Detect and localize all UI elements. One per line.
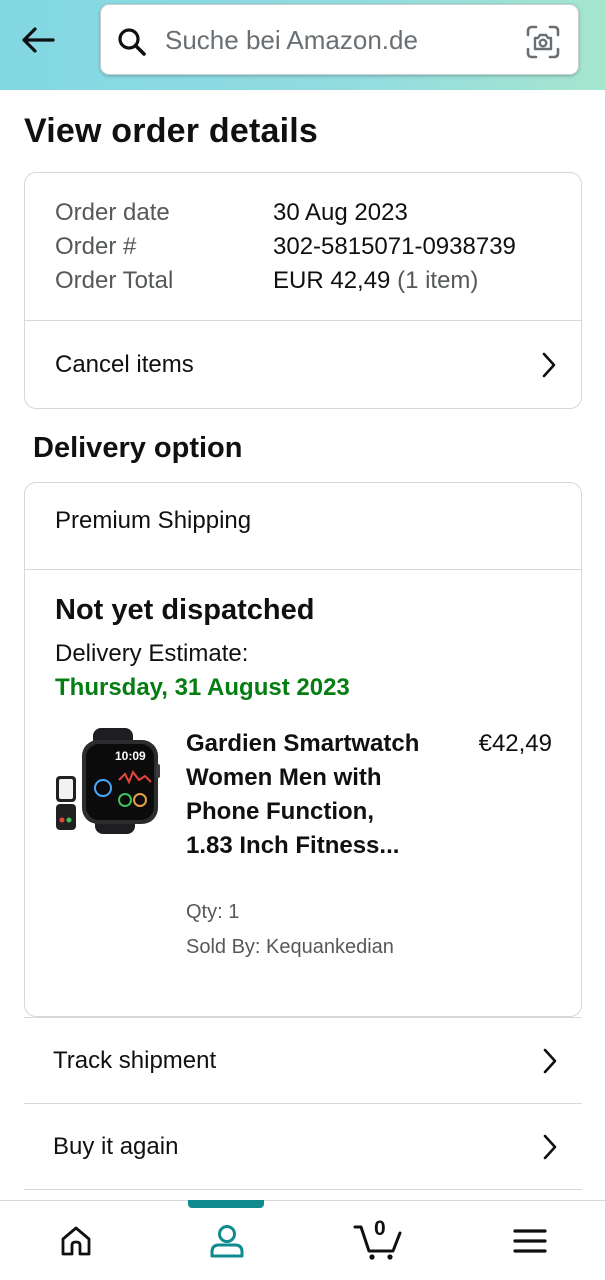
- order-total-value: EUR 42,49 (1 item): [273, 264, 478, 298]
- order-date-row: Order date 30 Aug 2023: [55, 196, 408, 230]
- nav-menu[interactable]: [454, 1201, 605, 1280]
- back-arrow-icon: [22, 27, 55, 53]
- order-total-row: Order Total EUR 42,49 (1 item): [55, 264, 478, 298]
- order-number-value: 302-5815071-0938739: [273, 233, 516, 260]
- bottom-navigation: 0: [0, 1200, 605, 1280]
- product-price: €42,49: [478, 730, 552, 757]
- order-total-amount: EUR 42,49: [273, 267, 391, 294]
- order-date-label: Order date: [55, 199, 170, 226]
- order-item-count: (1 item): [397, 267, 479, 294]
- search-icon: [118, 28, 146, 56]
- account-icon: [210, 1225, 243, 1258]
- shipment-status: Not yet dispatched: [55, 594, 315, 626]
- chevron-right-icon: [543, 1134, 557, 1160]
- watch-time-text: 10:09: [115, 749, 146, 763]
- chevron-right-icon: [542, 352, 556, 378]
- order-number-row: Order # 302-5815071-0938739: [55, 230, 516, 264]
- shipping-method: Premium Shipping: [55, 507, 252, 534]
- nav-cart[interactable]: 0: [302, 1201, 453, 1280]
- buy-it-again-label: Buy it again: [53, 1132, 179, 1160]
- page-title: View order details: [24, 112, 318, 150]
- product-seller: Sold By: Kequankedian: [186, 936, 394, 958]
- order-summary-card: Order date 30 Aug 2023 Order # 302-58150…: [24, 172, 582, 409]
- menu-icon: [512, 1229, 547, 1253]
- chevron-right-icon: [543, 1048, 557, 1074]
- divider: [25, 569, 581, 570]
- search-input[interactable]: [165, 19, 515, 61]
- cancel-items-label: Cancel items: [55, 351, 194, 378]
- back-button[interactable]: [16, 20, 60, 60]
- delivery-card: Premium Shipping Not yet dispatched Deli…: [24, 482, 582, 1017]
- product-quantity: Qty: 1: [186, 901, 240, 923]
- order-date-value: 30 Aug 2023: [273, 199, 408, 226]
- track-shipment-label: Track shipment: [53, 1046, 217, 1074]
- delivery-estimate-label: Delivery Estimate:: [55, 640, 249, 667]
- nav-home[interactable]: [0, 1201, 151, 1280]
- track-shipment-button[interactable]: Track shipment: [24, 1017, 582, 1103]
- nav-account[interactable]: [151, 1201, 302, 1280]
- home-icon: [61, 1226, 90, 1256]
- product-title-link[interactable]: Gardien Smartwatch Women Men with Phone …: [186, 727, 426, 863]
- cancel-items-button[interactable]: Cancel items: [25, 321, 581, 409]
- order-number-label: Order #: [55, 233, 137, 260]
- cart-count-badge: 0: [374, 1217, 386, 1240]
- search-bar[interactable]: [100, 4, 579, 75]
- order-total-label: Order Total: [55, 267, 174, 294]
- buy-it-again-button[interactable]: Buy it again: [24, 1103, 582, 1189]
- camera-scan-icon[interactable]: [526, 25, 560, 59]
- top-header: [0, 0, 605, 90]
- delivery-option-heading: Delivery option: [33, 432, 243, 464]
- delivery-estimate-date: Thursday, 31 August 2023: [55, 674, 350, 701]
- product-image[interactable]: 10:09: [55, 728, 161, 834]
